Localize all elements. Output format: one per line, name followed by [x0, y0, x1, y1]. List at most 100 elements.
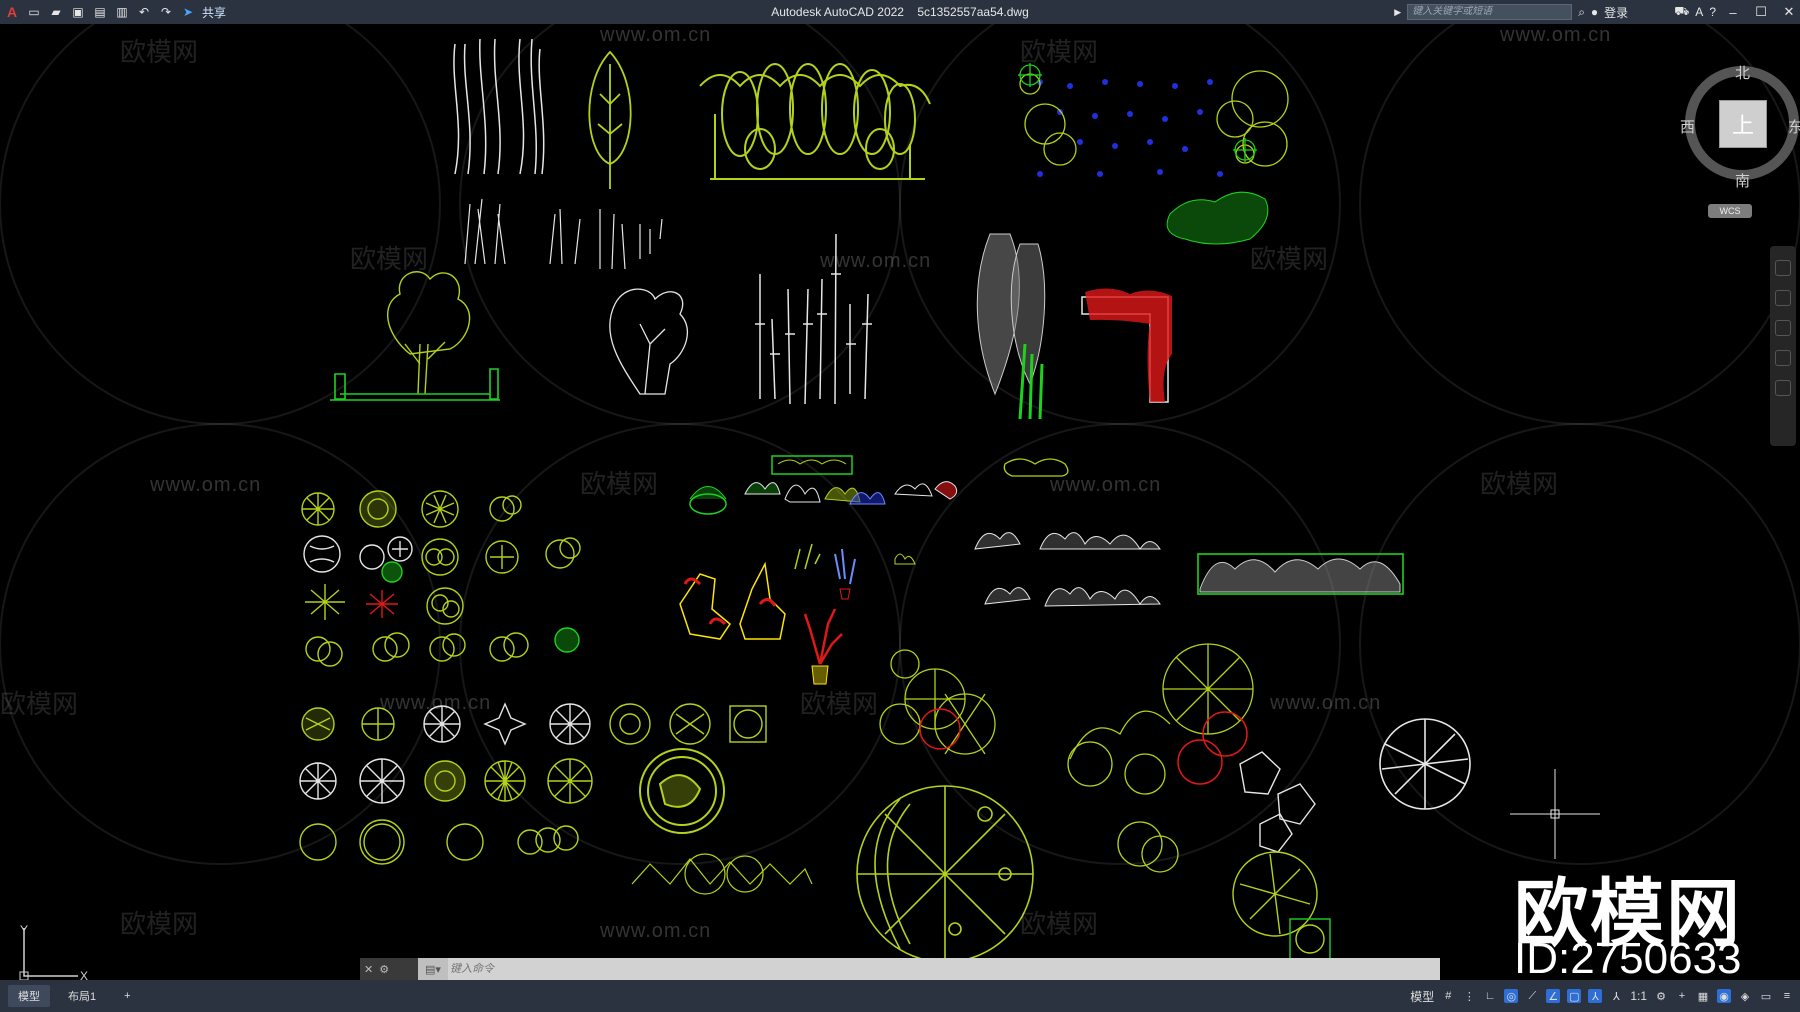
clean-screen-icon[interactable]: ▭	[1759, 989, 1773, 1003]
watermark-brand: 欧模网	[1020, 909, 1099, 939]
search-icon[interactable]: ⌕	[1578, 5, 1585, 20]
cart-icon[interactable]: ⛟	[1674, 4, 1689, 20]
autoscale-icon[interactable]: ⅄	[1609, 989, 1623, 1003]
drawing-svg	[0, 24, 1800, 963]
rock-plan	[1239, 751, 1316, 853]
plan-groundcover-blue	[1018, 63, 1289, 245]
tab-layout1[interactable]: 布局1	[58, 985, 106, 1007]
autocad-logo-icon[interactable]: A	[4, 4, 20, 20]
save-icon[interactable]: ▣	[70, 4, 86, 20]
shrub-elevations	[974, 532, 1161, 607]
minimize-button[interactable]: –	[1722, 5, 1744, 20]
tall-tree-elevation	[588, 50, 632, 189]
watermark-brand: 欧模网	[800, 689, 879, 719]
watermark-brand: 欧模网	[0, 689, 79, 719]
osnap-icon[interactable]: ▢	[1567, 989, 1582, 1003]
watermark-brand: 欧模网	[350, 244, 429, 274]
compass-east[interactable]: 东	[1788, 116, 1800, 137]
watermark-url: www.om.cn	[820, 250, 932, 272]
search-input[interactable]: 键入关键字或短语	[1407, 4, 1573, 20]
model-space-label[interactable]: 模型	[1410, 988, 1434, 1005]
undo-icon[interactable]: ↶	[136, 4, 152, 20]
save-as-icon[interactable]: ▤	[92, 4, 108, 20]
watermark-url: www.om.cn	[1500, 24, 1612, 46]
watermark-url: www.om.cn	[600, 24, 712, 46]
snap-icon[interactable]: ⋮	[1462, 989, 1476, 1003]
potted-plants-elevation	[679, 455, 1069, 685]
plus-icon[interactable]: +	[1675, 989, 1689, 1003]
fence-elevation	[330, 368, 500, 401]
compass-west[interactable]: 西	[1680, 116, 1695, 137]
ucs-y-label: Y	[20, 924, 28, 937]
tab-model[interactable]: 模型	[8, 985, 50, 1007]
watermark-brand: 欧模网	[1250, 244, 1329, 274]
tree-plan-bottom-right	[1232, 851, 1331, 960]
command-line: ✕ ⚙ ▤▾	[360, 958, 1440, 980]
steering-wheel-icon[interactable]	[1775, 260, 1791, 276]
watermark-brand: 欧模网	[120, 37, 199, 67]
deciduous-tree-elevation	[609, 288, 689, 395]
command-line-tools: ✕ ⚙	[360, 958, 418, 980]
bamboo-clump-elevation	[976, 233, 1046, 420]
redo-icon[interactable]: ↷	[158, 4, 174, 20]
osnap-tracking-icon[interactable]: ∠	[1546, 989, 1561, 1003]
ortho-icon[interactable]: ∟	[1483, 989, 1497, 1003]
drawing-canvas[interactable]: 欧模网 欧模网 欧模网 欧模网 欧模网 欧模网 欧模网 欧模网 欧模网 欧模网 …	[0, 24, 1800, 980]
navigation-bar	[1770, 246, 1796, 446]
polar-icon[interactable]: ◎	[1504, 989, 1519, 1003]
units-icon[interactable]: ▦	[1696, 989, 1710, 1003]
orbit-icon[interactable]	[1775, 350, 1791, 366]
hedge-planter-elevation	[1197, 553, 1404, 595]
pan-icon[interactable]	[1775, 290, 1791, 306]
search-arrow-icon[interactable]: ▶	[1394, 7, 1401, 18]
share-label[interactable]: 共享	[202, 4, 226, 21]
watermark-brand: 欧模网	[1020, 37, 1099, 67]
viewcube-top-face[interactable]: 上	[1719, 100, 1767, 148]
status-bar: 模型 布局1 + 模型 # ⋮ ∟ ◎ ⟋ ∠ ▢ ⅄ ⅄ 1:1 ⚙ + ▦ …	[0, 980, 1800, 1012]
ucs-x-label: X	[80, 969, 88, 980]
plot-icon[interactable]: ▥	[114, 4, 130, 20]
watermark-brand: 欧模网	[580, 469, 659, 499]
customize-icon[interactable]: ⚙	[379, 963, 389, 976]
maximize-button[interactable]: ☐	[1750, 4, 1772, 20]
command-history-icon[interactable]: ▤▾	[418, 958, 448, 980]
status-toggles: 模型 # ⋮ ∟ ◎ ⟋ ∠ ▢ ⅄ ⅄ 1:1 ⚙ + ▦ ◉ ◈ ▭ ≡	[1410, 980, 1794, 1012]
close-button[interactable]: ✕	[1778, 4, 1800, 20]
watermark-url: www.om.cn	[1270, 692, 1382, 714]
close-icon[interactable]: ✕	[364, 963, 373, 976]
add-layout-icon[interactable]: +	[114, 987, 140, 1005]
login-label[interactable]: 登录	[1604, 4, 1628, 21]
annotation-visibility-icon[interactable]: ⅄	[1588, 989, 1603, 1003]
annotation-scale[interactable]: 1:1	[1630, 989, 1647, 1003]
grid-icon[interactable]: #	[1441, 989, 1455, 1003]
hardware-accel-icon[interactable]: ◈	[1738, 989, 1752, 1003]
a360-icon[interactable]: A	[1695, 5, 1703, 19]
new-file-icon[interactable]: ▭	[26, 4, 42, 20]
share-icon[interactable]: ➤	[180, 4, 196, 20]
app-name: Autodesk AutoCAD 2022	[771, 5, 904, 19]
cursor-crosshair	[1510, 769, 1600, 859]
workspace-gear-icon[interactable]: ⚙	[1654, 989, 1668, 1003]
window-title: Autodesk AutoCAD 2022 5c1352557aa54.dwg	[640, 5, 1160, 19]
title-right-controls: ▶ 键入关键字或短语 ⌕ ● 登录 ⛟ A ? – ☐ ✕	[1394, 0, 1800, 24]
grass-elevation	[464, 198, 663, 270]
watermark-circles	[0, 24, 1800, 865]
isolate-icon[interactable]: ◉	[1717, 989, 1731, 1003]
command-input[interactable]	[448, 962, 1440, 976]
user-icon[interactable]: ●	[1591, 5, 1598, 19]
title-bar: A ▭ ▰ ▣ ▤ ▥ ↶ ↷ ➤ 共享 Autodesk AutoCAD 20…	[0, 0, 1800, 24]
viewcube[interactable]: 北 南 东 西 上 WCS	[1660, 24, 1800, 244]
help-icon[interactable]: ?	[1709, 5, 1716, 19]
wcs-menu[interactable]: WCS	[1708, 204, 1752, 218]
zoom-icon[interactable]	[1775, 320, 1791, 336]
isodraft-icon[interactable]: ⟋	[1525, 989, 1539, 1003]
customize-menu-icon[interactable]: ≡	[1780, 989, 1794, 1003]
circular-planter-plan	[639, 748, 725, 834]
file-name: 5c1352557aa54.dwg	[917, 5, 1029, 19]
compass-north[interactable]: 北	[1735, 62, 1750, 83]
showmotion-icon[interactable]	[1775, 380, 1791, 396]
compass-south[interactable]: 南	[1735, 170, 1750, 191]
open-folder-icon[interactable]: ▰	[48, 4, 64, 20]
watermark-brand: 欧模网	[1480, 469, 1559, 499]
tree-cluster-plan	[879, 643, 1254, 873]
